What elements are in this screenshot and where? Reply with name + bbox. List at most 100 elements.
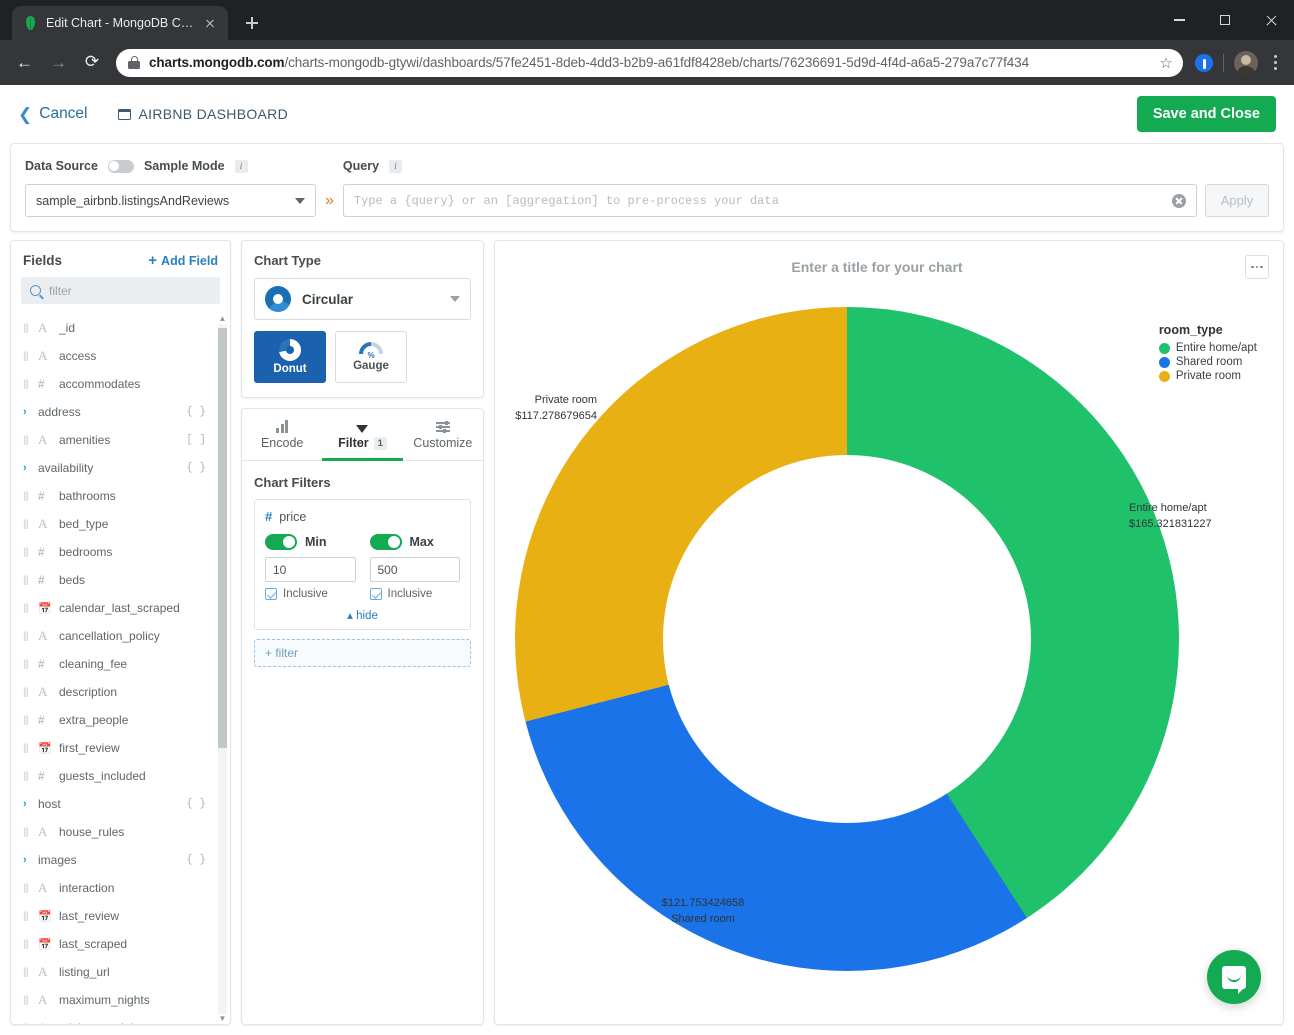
field-list-scrollbar[interactable]: ▲ ▼ <box>218 314 227 1024</box>
drag-handle-icon[interactable]: ||| <box>23 911 32 922</box>
chat-launcher-button[interactable] <box>1207 950 1261 1004</box>
save-and-close-button[interactable]: Save and Close <box>1137 96 1276 132</box>
field-item[interactable]: |||Adescription <box>11 678 216 706</box>
reload-button[interactable] <box>76 47 108 79</box>
drag-handle-icon[interactable]: ||| <box>23 939 32 950</box>
field-item[interactable]: |||Alisting_url <box>11 958 216 986</box>
expand-chevrons-icon[interactable]: » <box>316 192 343 217</box>
field-item[interactable]: ›host{ } <box>11 790 216 818</box>
drag-handle-icon[interactable]: ||| <box>23 827 32 838</box>
drag-handle-icon[interactable]: ||| <box>23 603 32 614</box>
field-item[interactable]: |||Aamenities[ ] <box>11 426 216 454</box>
chart-title-input[interactable]: Enter a title for your chart <box>509 259 1245 275</box>
maximize-button[interactable] <box>1202 0 1248 40</box>
drag-handle-icon[interactable]: ||| <box>23 351 32 362</box>
forward-button[interactable] <box>42 47 74 79</box>
sample-mode-toggle[interactable] <box>108 160 134 173</box>
field-item[interactable]: |||📅first_review <box>11 734 216 762</box>
expand-field-icon[interactable]: › <box>23 406 32 418</box>
drag-handle-icon[interactable]: ||| <box>23 323 32 334</box>
field-item[interactable]: |||#bathrooms <box>11 482 216 510</box>
drag-handle-icon[interactable]: ||| <box>23 659 32 670</box>
field-item[interactable]: ›availability{ } <box>11 454 216 482</box>
drag-handle-icon[interactable]: ||| <box>23 883 32 894</box>
bookmark-star-icon[interactable]: ☆ <box>1155 54 1177 72</box>
drag-handle-icon[interactable]: ||| <box>23 519 32 530</box>
variant-donut[interactable]: Donut <box>254 331 326 383</box>
scrollbar-thumb[interactable] <box>218 328 227 748</box>
min-inclusive-checkbox[interactable] <box>265 588 277 600</box>
drag-handle-icon[interactable]: ||| <box>23 575 32 586</box>
query-input[interactable]: Type a {query} or an [aggregation] to pr… <box>343 184 1197 217</box>
field-item[interactable]: |||#guests_included <box>11 762 216 790</box>
field-item[interactable]: |||Aaccess <box>11 342 216 370</box>
drag-handle-icon[interactable]: ||| <box>23 771 32 782</box>
drag-handle-icon[interactable]: ||| <box>23 967 32 978</box>
field-item[interactable]: |||Acancellation_policy <box>11 622 216 650</box>
field-item[interactable]: |||📅calendar_last_scraped <box>11 594 216 622</box>
drag-handle-icon[interactable]: ||| <box>23 379 32 390</box>
close-tab-icon[interactable] <box>202 15 218 31</box>
address-bar[interactable]: charts.mongodb.com/charts-mongodb-gtywi/… <box>116 49 1183 77</box>
drag-handle-icon[interactable]: ||| <box>23 715 32 726</box>
minimize-button[interactable] <box>1156 0 1202 40</box>
field-item[interactable]: |||📅last_review <box>11 902 216 930</box>
tab-filter[interactable]: Filter 1 <box>322 409 402 461</box>
field-item[interactable]: |||#beds <box>11 566 216 594</box>
tab-customize[interactable]: Customize <box>403 409 483 461</box>
profile-avatar[interactable] <box>1234 51 1258 75</box>
field-item[interactable]: ›address{ } <box>11 398 216 426</box>
max-toggle[interactable] <box>370 534 402 550</box>
drag-handle-icon[interactable]: ||| <box>23 491 32 502</box>
field-item[interactable]: |||Ahouse_rules <box>11 818 216 846</box>
drag-handle-icon[interactable]: ||| <box>23 995 32 1006</box>
back-button[interactable] <box>8 47 40 79</box>
query-info-icon[interactable]: i <box>389 160 402 173</box>
scroll-up-arrow-icon[interactable]: ▲ <box>218 314 227 324</box>
max-inclusive-checkbox[interactable] <box>370 588 382 600</box>
field-item[interactable]: |||#extra_people <box>11 706 216 734</box>
new-tab-button[interactable] <box>238 9 266 37</box>
drag-handle-icon[interactable]: ||| <box>23 743 32 754</box>
field-item[interactable]: |||Aminimum_nights <box>11 1014 216 1024</box>
drag-handle-icon[interactable]: ||| <box>23 435 32 446</box>
field-item[interactable]: |||#bedrooms <box>11 538 216 566</box>
field-item[interactable]: |||A_id <box>11 314 216 342</box>
clear-query-icon[interactable] <box>1172 194 1186 208</box>
expand-field-icon[interactable]: › <box>23 462 32 474</box>
field-item[interactable]: |||Abed_type <box>11 510 216 538</box>
min-toggle[interactable] <box>265 534 297 550</box>
max-value-input[interactable]: 500 <box>370 557 461 582</box>
chart-options-menu[interactable] <box>1245 255 1269 279</box>
apply-button[interactable]: Apply <box>1205 184 1269 217</box>
chart-type-select[interactable]: Circular <box>254 278 471 320</box>
field-item[interactable]: |||📅last_scraped <box>11 930 216 958</box>
cancel-button[interactable]: ❮ Cancel <box>18 105 88 123</box>
field-item[interactable]: |||Ainteraction <box>11 874 216 902</box>
field-item[interactable]: ›images{ } <box>11 846 216 874</box>
breadcrumb[interactable]: AIRBNB DASHBOARD <box>118 106 289 122</box>
scroll-down-arrow-icon[interactable]: ▼ <box>218 1014 227 1024</box>
add-filter-button[interactable]: + filter <box>254 639 471 667</box>
add-field-button[interactable]: + Add Field <box>148 253 218 268</box>
data-source-select[interactable]: sample_airbnb.listingsAndReviews <box>25 184 316 217</box>
min-value-input[interactable]: 10 <box>265 557 356 582</box>
browser-tab[interactable]: Edit Chart - MongoDB Charts <box>12 6 228 40</box>
password-manager-icon[interactable] <box>1195 54 1213 72</box>
drag-handle-icon[interactable]: ||| <box>23 547 32 558</box>
field-item[interactable]: |||#accommodates <box>11 370 216 398</box>
donut-chart[interactable] <box>515 307 1179 971</box>
field-item[interactable]: |||Amaximum_nights <box>11 986 216 1014</box>
drag-handle-icon[interactable]: ||| <box>23 1023 32 1025</box>
field-filter-input[interactable]: filter <box>21 277 220 304</box>
expand-field-icon[interactable]: › <box>23 854 32 866</box>
drag-handle-icon[interactable]: ||| <box>23 687 32 698</box>
close-window-button[interactable] <box>1248 0 1294 40</box>
sample-mode-info-icon[interactable]: i <box>235 160 248 173</box>
tab-encode[interactable]: Encode <box>242 409 322 461</box>
field-item[interactable]: |||#cleaning_fee <box>11 650 216 678</box>
hide-filter-button[interactable]: ▴ hide <box>265 608 460 622</box>
variant-gauge[interactable]: % Gauge <box>335 331 407 383</box>
browser-menu-icon[interactable] <box>1264 51 1286 75</box>
expand-field-icon[interactable]: › <box>23 798 32 810</box>
